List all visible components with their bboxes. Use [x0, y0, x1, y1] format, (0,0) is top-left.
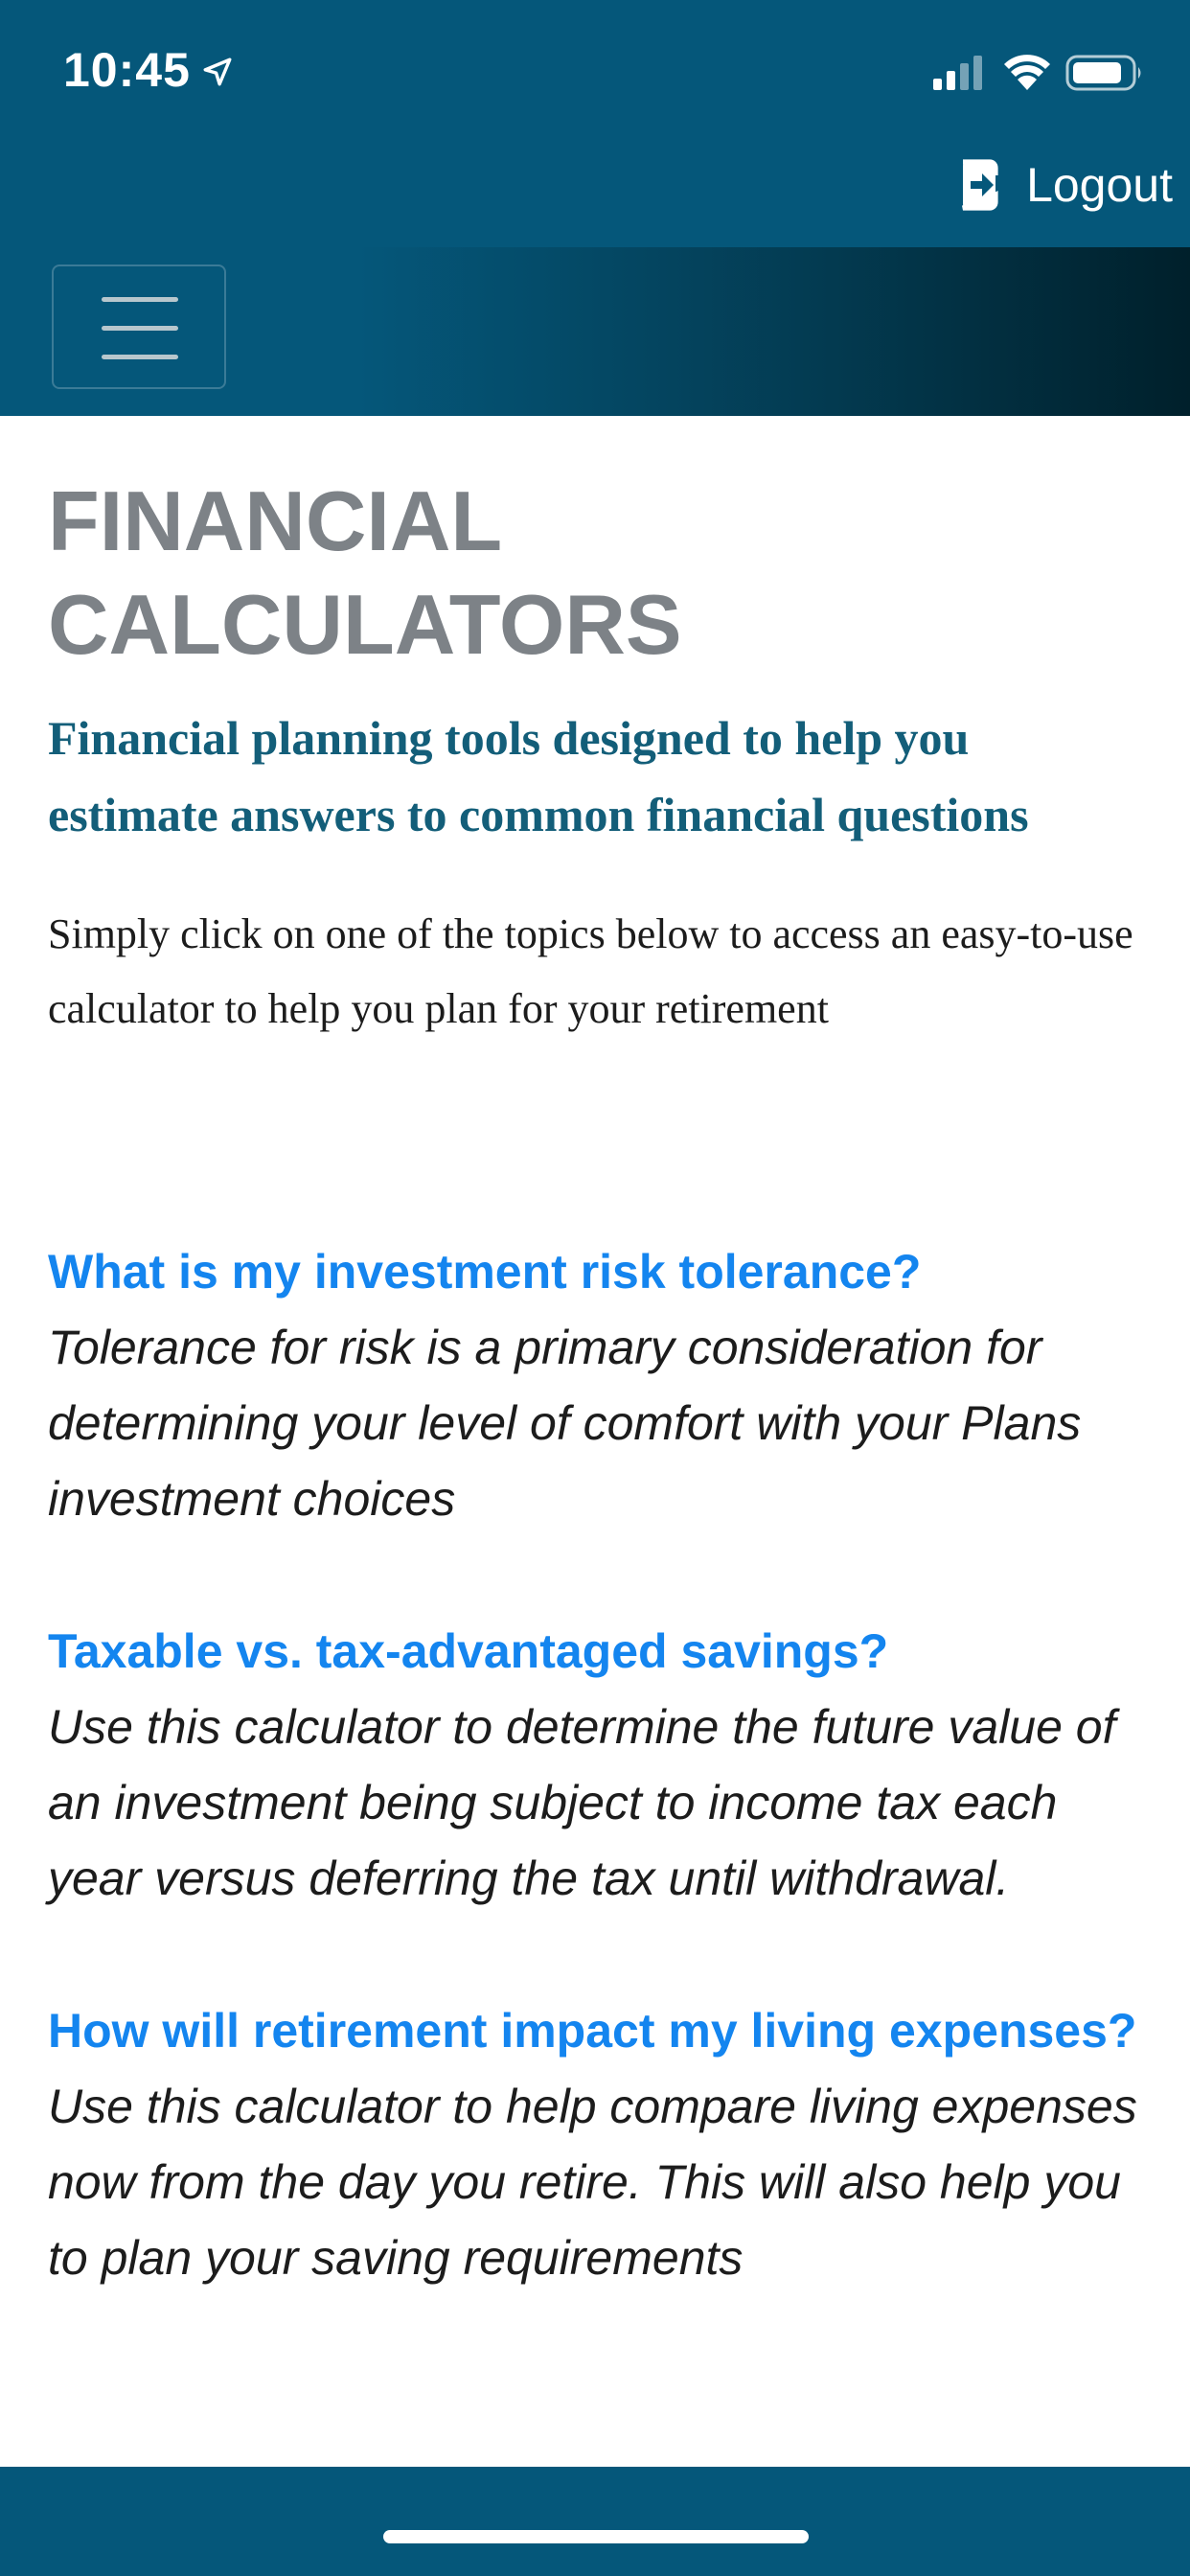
logout-button[interactable]: Logout	[957, 153, 1173, 217]
status-time: 10:45	[63, 43, 191, 97]
hamburger-menu-icon	[102, 297, 178, 302]
battery-icon	[1065, 55, 1141, 91]
hamburger-menu-button[interactable]	[52, 264, 226, 389]
calculator-topic-list: What is my investment risk tolerance? To…	[48, 1234, 1150, 2296]
topic-link-taxable-savings[interactable]: Taxable vs. tax-advantaged savings?	[48, 1614, 1150, 1690]
logout-icon	[962, 159, 998, 211]
topic-link-risk-tolerance[interactable]: What is my investment risk tolerance?	[48, 1234, 1150, 1310]
topic-risk-tolerance: What is my investment risk tolerance? To…	[48, 1234, 1150, 1537]
topic-description: Use this calculator to help compare livi…	[48, 2080, 1137, 2285]
bottom-bar	[0, 2467, 1190, 2576]
topic-living-expenses: How will retirement impact my living exp…	[48, 1993, 1150, 2296]
topic-taxable-savings: Taxable vs. tax-advantaged savings? Use …	[48, 1614, 1150, 1917]
topic-description: Tolerance for risk is a primary consider…	[48, 1321, 1082, 1526]
topic-link-living-expenses[interactable]: How will retirement impact my living exp…	[48, 1993, 1150, 2069]
hamburger-line	[102, 326, 178, 331]
location-arrow-icon	[203, 58, 232, 86]
hamburger-line	[102, 355, 178, 359]
cellular-signal-icon	[933, 56, 982, 90]
intro-text: Simply click on one of the topics below …	[48, 910, 1133, 1032]
home-indicator[interactable]	[383, 2530, 809, 2543]
main-content: FINANCIAL CALCULATORS Financial planning…	[48, 470, 1150, 2373]
topic-description: Use this calculator to determine the fut…	[48, 1700, 1116, 1905]
page-subtitle: Financial planning tools designed to hel…	[48, 711, 1029, 841]
page-title: FINANCIAL CALCULATORS	[48, 473, 682, 672]
logout-label: Logout	[1026, 158, 1173, 212]
top-app-bar: 10:45 Logout	[0, 0, 1190, 247]
wifi-icon	[1004, 55, 1050, 90]
